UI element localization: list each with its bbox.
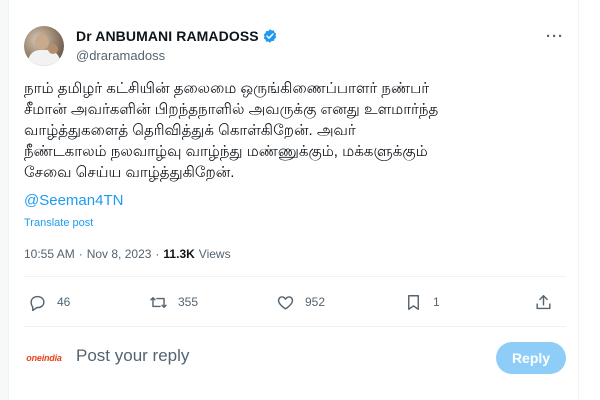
post-text: நாம் தமிழர் கட்சியின் தலைமை ஒருங்கிணைப்ப… <box>24 80 439 181</box>
left-gutter <box>0 0 9 400</box>
translate-post-link[interactable]: Translate post <box>24 217 93 229</box>
reply-avatar-brand: oneindia <box>26 353 62 363</box>
bookmark-icon <box>408 294 419 310</box>
bookmark-action[interactable]: 1 <box>404 287 440 317</box>
reply-composer: oneindia Post your reply Reply <box>24 338 566 378</box>
post-header: Dr ANBUMANI RAMADOSS @draramadoss ··· <box>24 26 564 66</box>
like-count: 952 <box>305 295 326 309</box>
avatar-hands-shape <box>48 44 58 54</box>
views-label: Views <box>198 247 231 261</box>
reply-icon <box>30 295 45 311</box>
repost-count: 355 <box>178 295 199 309</box>
like-action[interactable]: 952 <box>276 287 325 317</box>
bookmark-count: 1 <box>433 295 440 309</box>
divider-bottom <box>24 326 566 327</box>
more-options-icon[interactable]: ··· <box>546 28 564 45</box>
reply-avatar-logo: oneindia <box>24 346 64 370</box>
views-count: 11.3K <box>163 247 195 261</box>
post-meta: 10:55 AM · Nov 8, 2023 · 11.3K Views <box>24 247 231 261</box>
action-bar: 46 355 952 1 <box>24 287 566 317</box>
reply-action[interactable]: 46 <box>28 287 70 317</box>
page-frame: Dr ANBUMANI RAMADOSS @draramadoss ··· நா… <box>0 0 600 400</box>
meta-separator: · <box>78 247 83 261</box>
divider-top <box>24 276 566 277</box>
reply-button[interactable]: Reply <box>496 342 566 374</box>
repost-action[interactable]: 355 <box>149 287 198 317</box>
verified-badge-icon <box>263 29 276 43</box>
heart-icon <box>277 295 294 310</box>
author-handle[interactable]: @draramadoss <box>76 48 165 63</box>
right-scroll-gutter[interactable] <box>578 0 600 400</box>
reply-input[interactable]: Post your reply <box>76 346 189 366</box>
post-container: Dr ANBUMANI RAMADOSS @draramadoss ··· நா… <box>10 0 578 400</box>
reply-count: 46 <box>57 295 71 309</box>
share-action[interactable] <box>534 287 553 317</box>
author-name[interactable]: Dr ANBUMANI RAMADOSS <box>76 28 259 44</box>
share-icon <box>536 294 551 309</box>
mention-link[interactable]: @Seeman4TN <box>24 192 123 209</box>
author-avatar[interactable] <box>24 26 64 66</box>
avatar-face-shape <box>35 34 49 50</box>
author-name-row: Dr ANBUMANI RAMADOSS <box>76 28 278 44</box>
repost-icon <box>150 296 167 308</box>
post-time[interactable]: 10:55 AM <box>24 247 75 261</box>
meta-separator: · <box>155 247 160 261</box>
post-date[interactable]: Nov 8, 2023 <box>87 247 152 261</box>
